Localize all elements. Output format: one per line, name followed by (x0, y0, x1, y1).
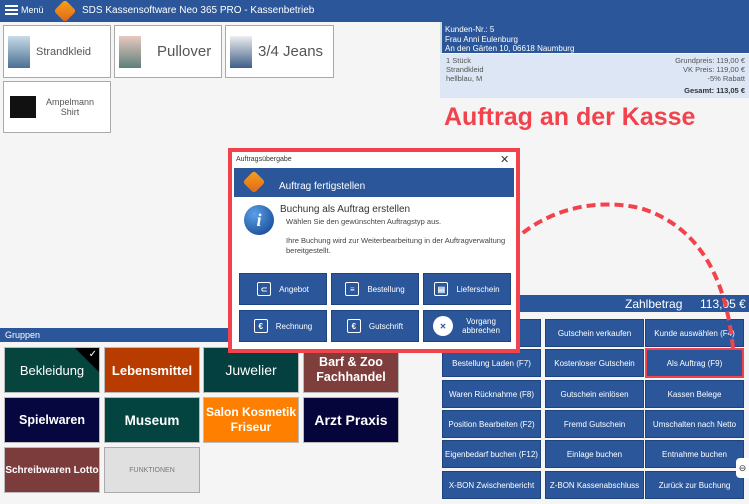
dialog-titlebar: Auftragsübergabe (232, 152, 516, 168)
close-icon[interactable]: ✕ (500, 153, 509, 166)
dialog-button-gutschrift[interactable]: € Gutschrift (331, 310, 419, 342)
dialog-window-title: Auftragsübergabe (236, 156, 292, 163)
dialog-button-vorgang-abbrechen[interactable]: ✕ Vorgang abbrechen (423, 310, 511, 342)
dialog-button-angebot[interactable]: ⊂ Angebot (239, 273, 327, 305)
clipboard-icon: ▤ (434, 282, 449, 296)
dialog-button-label: Lieferschein (456, 284, 500, 294)
dialog-header-title: Auftrag fertigstellen (279, 181, 366, 192)
euro-credit-icon: € (346, 319, 361, 333)
dialog-text-1: Wählen Sie den gewünschten Auftragstyp a… (286, 217, 442, 226)
euro-invoice-icon: € (253, 319, 268, 333)
dialog-auftragsuebergabe: Auftragsübergabe ✕ Auftrag fertigstellen… (228, 148, 520, 353)
dialog-button-label: Gutschrift (368, 321, 404, 331)
dialog-header: Auftrag fertigstellen (234, 168, 514, 197)
cancel-circle-icon: ✕ (433, 316, 453, 336)
dialog-button-bestellung[interactable]: ≡ Bestellung (331, 273, 419, 305)
dialog-button-label: Bestellung (367, 284, 405, 294)
dialog-heading: Buchung als Auftrag erstellen (280, 204, 411, 215)
info-icon: i (244, 205, 274, 235)
dialog-button-label: Angebot (279, 284, 309, 294)
order-document-icon: ≡ (345, 282, 360, 296)
dialog-button-rechnung[interactable]: € Rechnung (239, 310, 327, 342)
dashed-arrow-path (503, 202, 735, 349)
tag-icon: ⊂ (257, 282, 272, 296)
app-logo-icon (242, 170, 266, 194)
dialog-button-lieferschein[interactable]: ▤ Lieferschein (423, 273, 511, 305)
dialog-button-label: Rechnung (275, 321, 313, 331)
dialog-button-label: Vorgang abbrechen (462, 317, 500, 335)
dialog-text-2: Ihre Buchung wird zur Weiterbearbeitung … (286, 236, 506, 255)
